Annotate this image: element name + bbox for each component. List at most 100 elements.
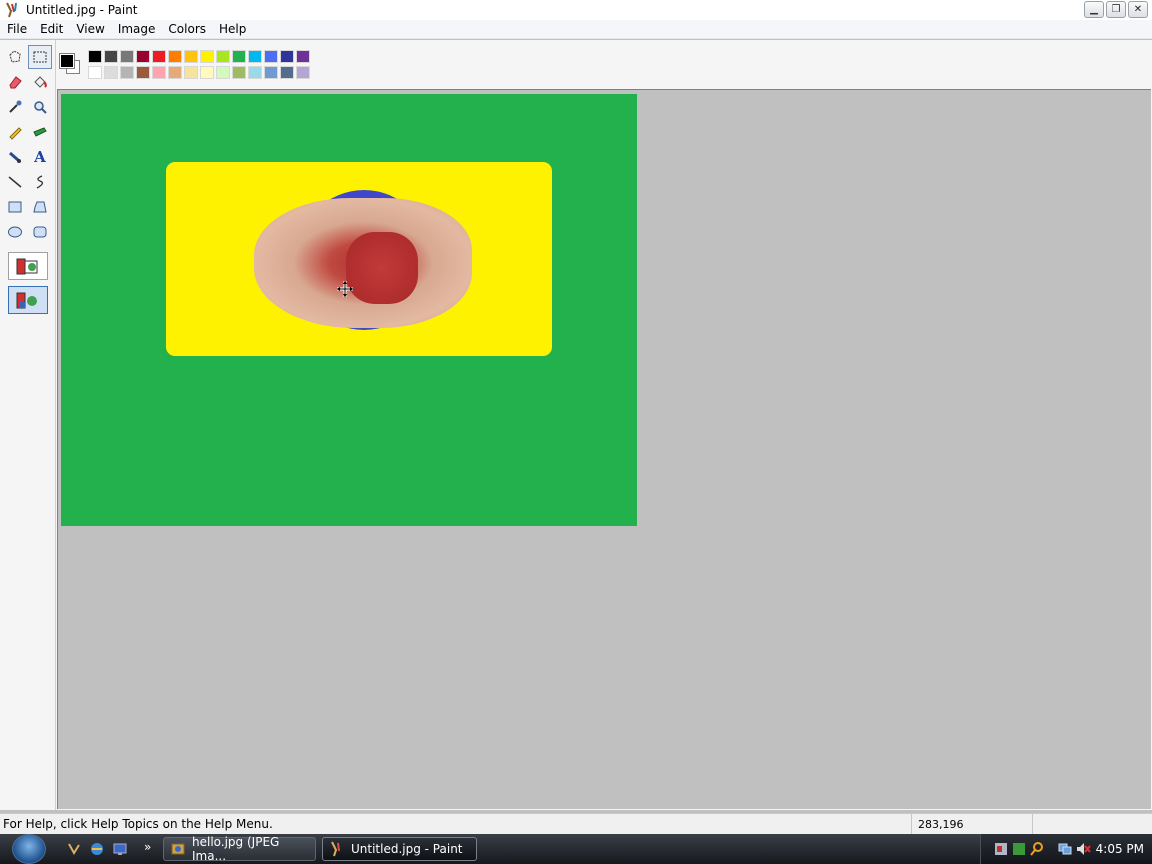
taskbar-clock[interactable]: 4:05 PM xyxy=(1096,842,1144,856)
color-swatch[interactable] xyxy=(280,66,294,79)
text-icon: A xyxy=(34,148,46,166)
menu-image[interactable]: Image xyxy=(111,20,162,39)
taskbar: » hello.jpg (JPEG Ima... Untitled.jpg - … xyxy=(0,834,1152,864)
close-icon: ✕ xyxy=(1133,4,1143,15)
color-swatch[interactable] xyxy=(104,50,118,63)
tool-ellipse[interactable] xyxy=(3,220,27,244)
color-swatch[interactable] xyxy=(248,50,262,63)
color-swatch[interactable] xyxy=(88,50,102,63)
color-swatch[interactable] xyxy=(232,50,246,63)
magnifier-icon xyxy=(34,101,47,114)
image-viewer-icon xyxy=(170,841,186,857)
tool-brush[interactable] xyxy=(28,120,52,144)
color-swatch[interactable] xyxy=(168,66,182,79)
menu-edit[interactable]: Edit xyxy=(33,20,69,39)
close-button[interactable]: ✕ xyxy=(1128,1,1148,18)
menu-colors[interactable]: Colors xyxy=(161,20,212,39)
tool-eraser[interactable] xyxy=(3,70,27,94)
tool-fill-with-color[interactable] xyxy=(28,70,52,94)
window-controls: ▁ ❐ ✕ xyxy=(1084,1,1148,18)
color-swatch[interactable] xyxy=(168,50,182,63)
menu-view[interactable]: View xyxy=(69,20,110,39)
quick-launch-desktop-icon[interactable] xyxy=(112,841,128,857)
tool-pick-color[interactable] xyxy=(3,95,27,119)
color-swatch[interactable] xyxy=(104,66,118,79)
opaque-selection-icon xyxy=(16,258,38,275)
quick-launch-overflow-icon[interactable]: » xyxy=(144,840,151,854)
pencil-icon xyxy=(9,127,22,140)
tool-airbrush[interactable] xyxy=(3,145,27,169)
task-label: Untitled.jpg - Paint xyxy=(351,842,463,856)
tool-magnifier[interactable] xyxy=(28,95,52,119)
color-swatch[interactable] xyxy=(232,66,246,79)
paint-task-icon xyxy=(329,841,345,857)
current-colors[interactable] xyxy=(56,48,84,80)
tray-security-icon[interactable] xyxy=(993,841,1009,857)
windows-logo-icon xyxy=(12,834,46,864)
tray-search-icon[interactable] xyxy=(1029,841,1045,857)
color-swatch[interactable] xyxy=(136,66,150,79)
quick-launch-ie-icon[interactable] xyxy=(89,841,105,857)
polygon-icon xyxy=(33,201,47,213)
quick-launch-paint-icon[interactable] xyxy=(66,841,82,857)
task-hello-jpg[interactable]: hello.jpg (JPEG Ima... xyxy=(163,835,316,863)
tool-select[interactable] xyxy=(28,45,52,69)
rectangle-icon xyxy=(8,201,22,213)
fill-bucket-icon xyxy=(34,76,47,88)
color-swatch[interactable] xyxy=(136,50,150,63)
color-swatch[interactable] xyxy=(216,50,230,63)
cursor-coordinates: 283,196 xyxy=(911,814,1033,835)
tool-rounded-rectangle[interactable] xyxy=(28,220,52,244)
menu-bar: File Edit View Image Colors Help xyxy=(0,20,1152,39)
start-button[interactable] xyxy=(8,834,50,864)
color-swatch[interactable] xyxy=(296,66,310,79)
task-label: hello.jpg (JPEG Ima... xyxy=(192,835,280,863)
tool-polygon[interactable] xyxy=(28,195,52,219)
color-swatch[interactable] xyxy=(200,50,214,63)
tool-pencil[interactable] xyxy=(3,120,27,144)
restore-icon: ❐ xyxy=(1111,4,1121,15)
tray-app-icon[interactable] xyxy=(1011,841,1027,857)
color-swatch[interactable] xyxy=(184,66,198,79)
color-swatch[interactable] xyxy=(264,66,278,79)
color-swatch[interactable] xyxy=(280,50,294,63)
tool-line[interactable] xyxy=(3,170,27,194)
color-swatch[interactable] xyxy=(120,50,134,63)
status-bar: For Help, click Help Topics on the Help … xyxy=(0,813,1152,835)
color-swatch[interactable] xyxy=(264,50,278,63)
rounded-rect-icon xyxy=(33,226,47,238)
task-untitled-paint[interactable]: Untitled.jpg - Paint xyxy=(322,837,477,861)
curve-icon xyxy=(36,175,44,189)
airbrush-icon xyxy=(9,151,21,163)
color-swatch[interactable] xyxy=(200,66,214,79)
ellipse-icon xyxy=(8,226,22,238)
color-swatch[interactable] xyxy=(296,50,310,63)
tool-free-form-select[interactable] xyxy=(3,45,27,69)
selection-opaque-option[interactable] xyxy=(8,252,48,280)
menu-help[interactable]: Help xyxy=(212,20,252,39)
line-icon xyxy=(8,176,22,188)
menu-file[interactable]: File xyxy=(0,20,33,39)
tool-curve[interactable] xyxy=(28,170,52,194)
color-swatch[interactable] xyxy=(184,50,198,63)
color-swatch[interactable] xyxy=(248,66,262,79)
status-help-text: For Help, click Help Topics on the Help … xyxy=(3,817,273,831)
drawing-canvas[interactable] xyxy=(61,94,637,526)
foreground-color xyxy=(59,53,75,69)
selection-transparent-option[interactable] xyxy=(8,286,48,314)
color-swatch[interactable] xyxy=(152,66,166,79)
color-swatch[interactable] xyxy=(152,50,166,63)
tray-network-icon[interactable] xyxy=(1057,841,1073,857)
transparent-selection-icon xyxy=(16,292,37,309)
paint-app-icon[interactable] xyxy=(4,2,20,18)
minimize-icon: ▁ xyxy=(1090,4,1098,15)
color-swatch[interactable] xyxy=(216,66,230,79)
restore-button[interactable]: ❐ xyxy=(1106,1,1126,18)
color-swatch[interactable] xyxy=(120,66,134,79)
toolbox: A xyxy=(0,40,56,810)
tool-text[interactable]: A xyxy=(28,145,52,169)
tray-volume-muted-icon[interactable] xyxy=(1075,841,1091,857)
minimize-button[interactable]: ▁ xyxy=(1084,1,1104,18)
color-swatch[interactable] xyxy=(88,66,102,79)
tool-rectangle[interactable] xyxy=(3,195,27,219)
